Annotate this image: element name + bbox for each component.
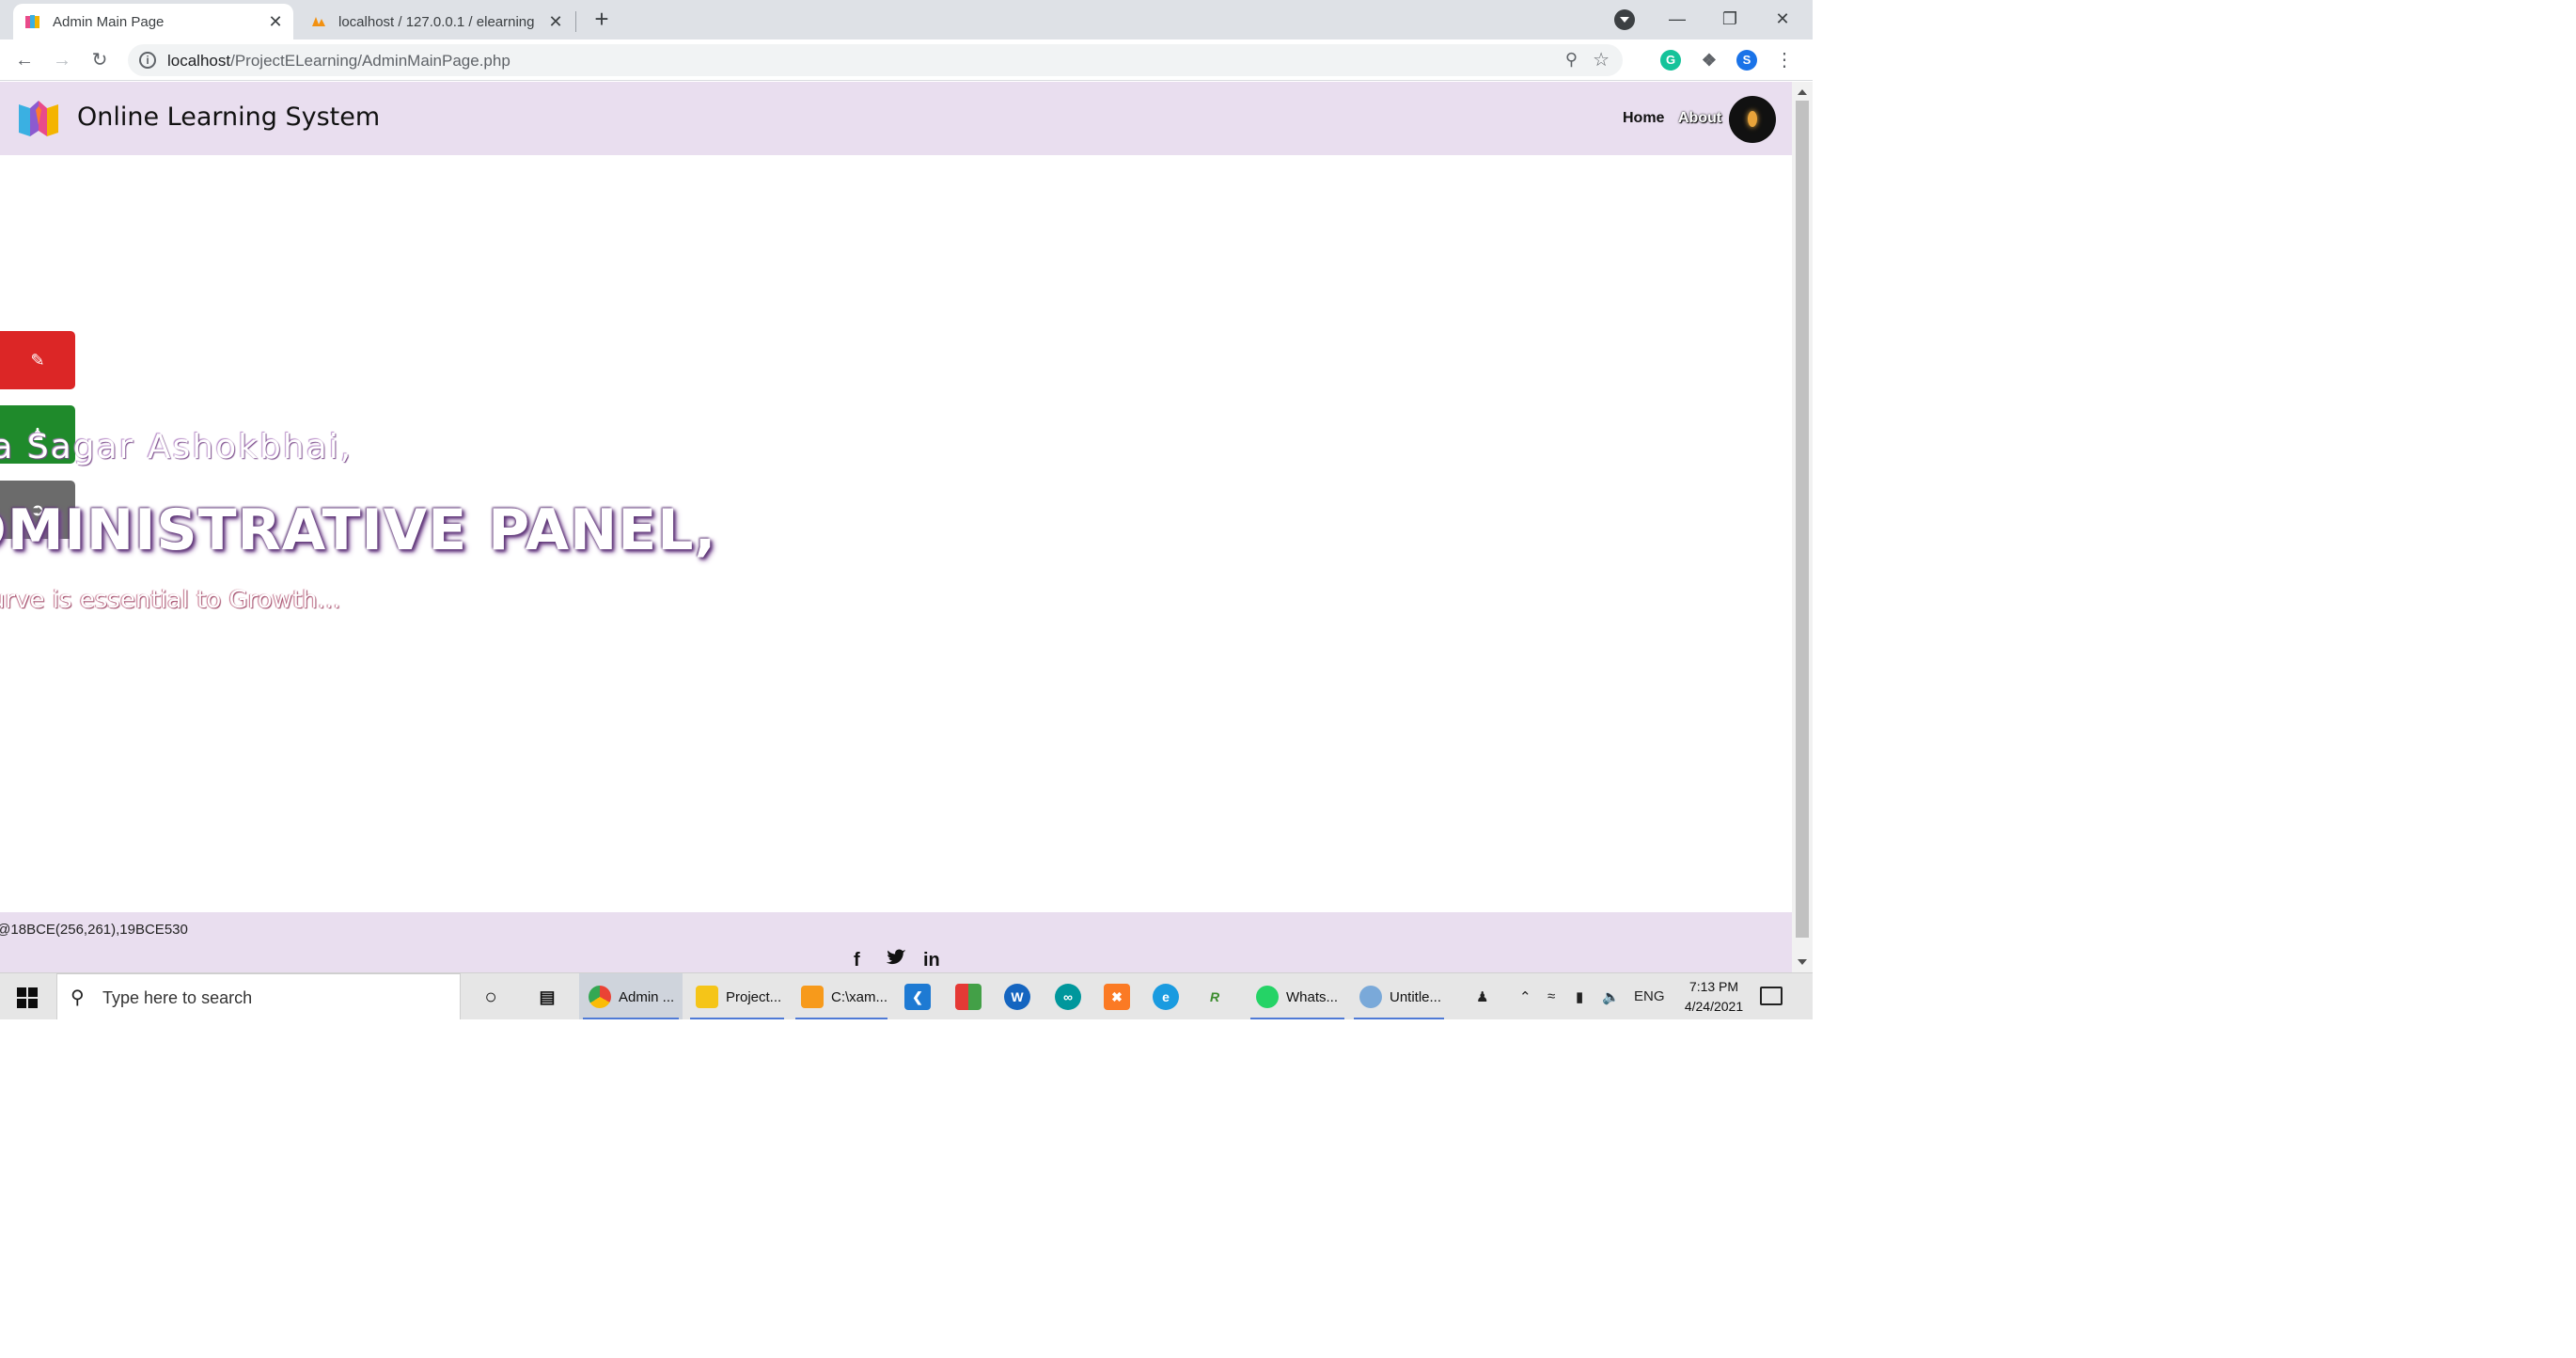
open-app-indicator: [1354, 1018, 1444, 1019]
tagline-text: A Learning Curve is essential to Growth.…: [0, 586, 341, 614]
back-arrow-icon[interactable]: ←: [11, 47, 38, 73]
arduino-icon[interactable]: ∞: [1055, 984, 1081, 1010]
show-hidden-icons-chevron-icon[interactable]: ⌃: [1519, 988, 1531, 1005]
taskbar-app-label: Untitle...: [1390, 988, 1442, 1005]
tab-search-dropdown-icon[interactable]: [1614, 9, 1635, 30]
browser-window: Admin Main Page ✕ localhost / 127.0.0.1 …: [0, 0, 1813, 1019]
tab-title: Admin Main Page: [53, 13, 165, 30]
chrome-icon: [589, 986, 611, 1008]
cortana-circle-icon[interactable]: ○: [478, 984, 504, 1010]
minimize-button[interactable]: —: [1651, 0, 1704, 38]
facebook-icon[interactable]: f: [854, 950, 860, 971]
twitter-icon[interactable]: [886, 948, 907, 972]
taskbar-app-sublime[interactable]: C:\xam...: [792, 973, 891, 1019]
admin-avatar[interactable]: [1729, 96, 1776, 143]
taskbar-search-box[interactable]: ⚲ Type here to search: [56, 973, 461, 1019]
scrollbar-thumb[interactable]: [1796, 101, 1809, 938]
windows-taskbar: ⚲ Type here to search ○ ▤ Admin ... Proj…: [0, 972, 1813, 1019]
zoom-icon[interactable]: ⚲: [1565, 50, 1578, 70]
tab-strip: Admin Main Page ✕ localhost / 127.0.0.1 …: [0, 0, 1813, 39]
pencil-icon: ✎: [30, 351, 45, 370]
xampp-icon[interactable]: ✖: [1104, 984, 1130, 1010]
url-host: localhost: [167, 52, 231, 70]
open-app-indicator: [690, 1018, 784, 1019]
word-app-icon[interactable]: W: [1004, 984, 1030, 1010]
linkedin-icon[interactable]: in: [923, 950, 940, 971]
vscode-icon[interactable]: ❮: [904, 984, 931, 1010]
tab-phpmyadmin[interactable]: localhost / 127.0.0.1 / elearning ✕: [299, 4, 573, 39]
site-info-icon[interactable]: i: [139, 52, 156, 69]
reload-icon[interactable]: ↻: [86, 47, 113, 73]
tab-admin-main-page[interactable]: Admin Main Page ✕: [13, 4, 293, 39]
browser-toolbar: ← → ↻ i localhost/ProjectELearning/Admin…: [0, 39, 1813, 81]
open-app-indicator: [795, 1018, 887, 1019]
screen: Admin Main Page ✕ localhost / 127.0.0.1 …: [0, 0, 2576, 1358]
language-indicator[interactable]: ENG: [1634, 988, 1665, 1004]
footer-copyright: @18BCE(256,261),19BCE530: [0, 922, 188, 938]
r-studio-icon[interactable]: R: [1202, 984, 1228, 1010]
task-view-icon[interactable]: ▤: [534, 984, 560, 1010]
scroll-up-icon[interactable]: [1798, 89, 1807, 95]
address-url[interactable]: localhost/ProjectELearning/AdminMainPage…: [167, 52, 510, 71]
site-title: Online Learning System: [77, 103, 381, 132]
greeting-text: Hi Vasoya Sagar Ashokbhai,: [0, 428, 353, 466]
scroll-down-icon[interactable]: [1798, 959, 1807, 965]
restore-button[interactable]: ❐: [1704, 0, 1756, 38]
close-tab-icon[interactable]: ✕: [265, 11, 286, 32]
whatsapp-icon: [1256, 986, 1279, 1008]
books-logo-icon: [15, 97, 62, 140]
welcome-heading: WELCOME TO ADMINISTRATIVE PANEL,: [0, 497, 717, 563]
search-icon: ⚲: [71, 987, 85, 1008]
people-icon[interactable]: ♟: [1476, 988, 1488, 1005]
windows-start-icon[interactable]: [17, 987, 38, 1008]
clock-time: 7:13 PM: [1689, 979, 1739, 994]
taskbar-app-whatsapp[interactable]: Whats...: [1247, 973, 1348, 1019]
webpage: Online Learning System Home About ✎ ♟ ➲ …: [0, 82, 1792, 972]
taskbar-app-label: Admin ...: [619, 988, 675, 1005]
address-bar[interactable]: i localhost/ProjectELearning/AdminMainPa…: [128, 44, 1623, 76]
site-header: Online Learning System Home About: [0, 82, 1792, 155]
grammarly-extension-icon[interactable]: G: [1660, 50, 1681, 71]
bookmark-star-icon[interactable]: ☆: [1593, 48, 1610, 71]
active-app-indicator: [583, 1018, 679, 1019]
profile-avatar[interactable]: S: [1736, 50, 1757, 71]
tab-title: localhost / 127.0.0.1 / elearning: [338, 13, 535, 30]
new-tab-button[interactable]: +: [589, 6, 615, 32]
edit-button[interactable]: ✎: [0, 331, 75, 389]
system-clock[interactable]: 7:13 PM 4/24/2021: [1681, 977, 1747, 1017]
taskbar-app-paint[interactable]: Untitle...: [1350, 973, 1448, 1019]
volume-icon[interactable]: 🔈: [1602, 988, 1620, 1005]
search-placeholder: Type here to search: [102, 988, 253, 1007]
ms-office-icon[interactable]: [955, 984, 982, 1010]
taskbar-app-chrome[interactable]: Admin ...: [579, 973, 683, 1019]
nav-about-link[interactable]: About: [1678, 110, 1721, 127]
taskbar-app-label: C:\xam...: [831, 988, 888, 1005]
action-center-icon[interactable]: [1760, 987, 1783, 1005]
wifi-icon[interactable]: ≈: [1547, 988, 1555, 1004]
page-scrollbar[interactable]: [1792, 82, 1813, 972]
close-tab-icon[interactable]: ✕: [545, 11, 566, 32]
url-path: /ProjectELearning/AdminMainPage.php: [230, 52, 510, 70]
sublime-text-icon: [801, 986, 824, 1008]
clock-date: 4/24/2021: [1684, 999, 1744, 1014]
forward-arrow-icon[interactable]: →: [49, 47, 75, 73]
books-favicon-icon: [24, 13, 41, 30]
paint-icon: [1359, 986, 1382, 1008]
close-window-button[interactable]: ✕: [1756, 0, 1809, 38]
taskbar-app-label: Project...: [726, 988, 782, 1005]
site-footer: @18BCE(256,261),19BCE530 f in: [0, 912, 1792, 972]
taskbar-app-explorer[interactable]: Project...: [686, 973, 788, 1019]
nav-home-link[interactable]: Home: [1623, 110, 1664, 127]
file-explorer-icon: [696, 986, 718, 1008]
extensions-puzzle-icon[interactable]: ❖: [1699, 50, 1720, 71]
phpmyadmin-favicon-icon: [310, 13, 327, 30]
taskbar-app-label: Whats...: [1286, 988, 1339, 1005]
open-app-indicator: [1250, 1018, 1344, 1019]
menu-kebab-icon[interactable]: ⋮: [1775, 47, 1794, 73]
battery-icon[interactable]: ▮: [1576, 988, 1583, 1005]
tab-separator: [575, 11, 576, 32]
edge-browser-icon[interactable]: e: [1153, 984, 1179, 1010]
